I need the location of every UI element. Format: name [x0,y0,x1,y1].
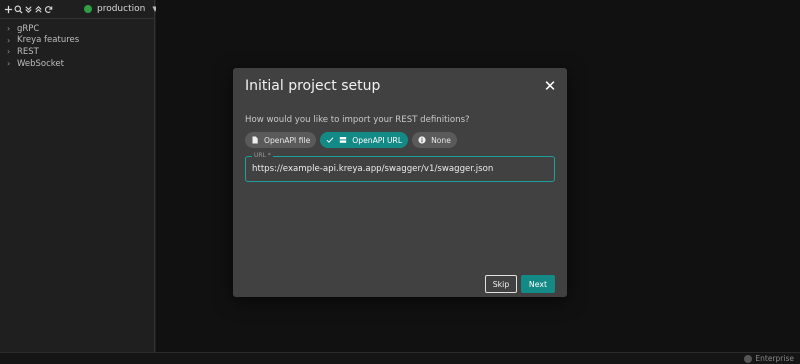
status-bar: Enterprise [0,352,800,364]
globe-icon [744,354,753,363]
info-icon [418,136,426,144]
expand-all-icon[interactable] [24,2,33,16]
environment-selector[interactable]: production ▼ [84,4,158,14]
collapse-all-icon[interactable] [34,2,43,16]
chevron-right-icon: › [7,35,11,45]
project-setup-dialog: Initial project setup ✕ How would you li… [233,68,567,297]
edition-indicator: Enterprise [744,354,794,363]
server-icon [340,137,347,143]
environment-status-dot [84,5,92,13]
tree-item-label: Kreya features [17,35,80,46]
tree-item-label: REST [17,46,39,57]
sidebar-toolbar: production ▼ [0,0,158,19]
url-field[interactable]: URL * https://example-api.kreya.app/swag… [245,152,555,182]
check-icon [326,137,334,143]
skip-button[interactable]: Skip [485,275,517,293]
close-icon[interactable]: ✕ [543,79,557,94]
chevron-right-icon: › [7,59,11,69]
collection-tree: › gRPC › Kreya features › REST › WebSock… [0,19,154,69]
edition-label: Enterprise [755,354,794,363]
url-input-value: https://example-api.kreya.app/swagger/v1… [252,164,494,174]
refresh-icon[interactable] [44,2,53,16]
import-question: How would you like to import your REST d… [245,115,470,125]
tree-item-label: gRPC [17,23,40,34]
tree-item-label: WebSocket [17,58,64,69]
import-options: OpenAPI file OpenAPI URL None [245,132,457,148]
next-button[interactable]: Next [521,275,555,293]
tree-item-rest[interactable]: › REST [0,46,154,58]
add-icon[interactable] [4,2,13,16]
tree-item-websocket[interactable]: › WebSocket [0,58,154,70]
chevron-right-icon: › [7,47,11,57]
option-label: OpenAPI URL [352,135,403,145]
chevron-right-icon: › [7,24,11,34]
option-openapi-url[interactable]: OpenAPI URL [320,132,409,148]
environment-label: production [97,4,146,14]
tree-item-grpc[interactable]: › gRPC [0,23,154,35]
tree-item-kreya-features[interactable]: › Kreya features [0,35,154,47]
url-field-label: URL * [252,152,273,159]
option-label: OpenAPI file [264,135,311,145]
dialog-title: Initial project setup [245,78,381,94]
sidebar: production ▼ › gRPC › Kreya features › R… [0,0,158,352]
option-none[interactable]: None [412,132,457,148]
option-label: None [431,135,451,145]
option-openapi-file[interactable]: OpenAPI file [245,132,317,148]
file-icon [252,136,258,144]
search-icon[interactable] [14,2,23,16]
